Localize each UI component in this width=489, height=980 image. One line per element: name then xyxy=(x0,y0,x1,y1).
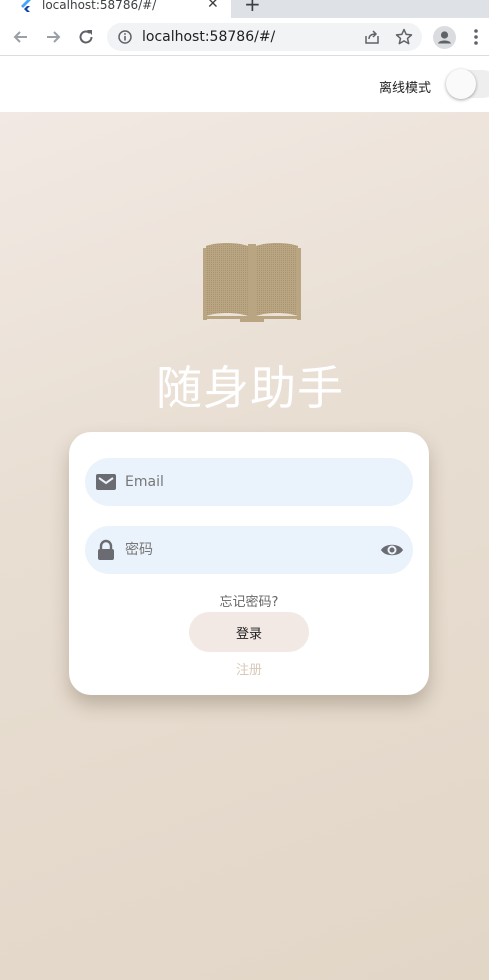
email-input[interactable] xyxy=(125,458,365,506)
login-button[interactable]: 登录 xyxy=(189,612,309,652)
email-icon xyxy=(96,474,116,490)
browser-toolbar: localhost:58786/#/ xyxy=(0,18,489,56)
forgot-password-link[interactable]: 忘记密码? xyxy=(69,591,429,610)
app-top-bar: 离线模式 xyxy=(0,57,489,112)
login-card: 忘记密码? 登录 注册 xyxy=(69,432,429,695)
address-bar[interactable]: localhost:58786/#/ xyxy=(107,23,422,51)
flutter-favicon-icon xyxy=(21,0,31,12)
forward-arrow-icon[interactable] xyxy=(43,27,63,47)
reload-icon[interactable] xyxy=(76,27,96,47)
register-link[interactable]: 注册 xyxy=(69,659,429,678)
lock-icon xyxy=(98,539,114,560)
kebab-menu-icon[interactable] xyxy=(472,28,480,46)
show-password-eye-icon[interactable] xyxy=(380,539,404,561)
tab-title: localhost:58786/#/ xyxy=(42,0,157,12)
password-input[interactable] xyxy=(125,526,365,574)
new-tab-button[interactable]: + xyxy=(244,0,261,14)
email-field[interactable] xyxy=(85,458,413,506)
back-arrow-icon[interactable] xyxy=(11,27,31,47)
offline-mode-switch-thumb[interactable] xyxy=(446,69,476,99)
bookmark-star-icon[interactable] xyxy=(395,28,413,46)
offline-mode-label: 离线模式 xyxy=(379,81,432,96)
login-background: 随身助手 忘记密码? 登录 注册 xyxy=(0,112,489,980)
url-text[interactable]: localhost:58786/#/ xyxy=(142,29,275,45)
tab-close-icon[interactable]: ✕ xyxy=(207,0,219,11)
app-title: 随身助手 xyxy=(156,361,344,415)
site-info-icon[interactable] xyxy=(118,30,132,44)
browser-tabstrip: localhost:58786/#/ ✕ + xyxy=(0,0,489,18)
browser-tab[interactable]: localhost:58786/#/ ✕ xyxy=(0,0,231,18)
password-field[interactable] xyxy=(85,526,413,574)
profile-avatar-icon[interactable] xyxy=(433,26,456,49)
book-icon xyxy=(203,243,301,322)
share-icon[interactable] xyxy=(364,29,380,45)
